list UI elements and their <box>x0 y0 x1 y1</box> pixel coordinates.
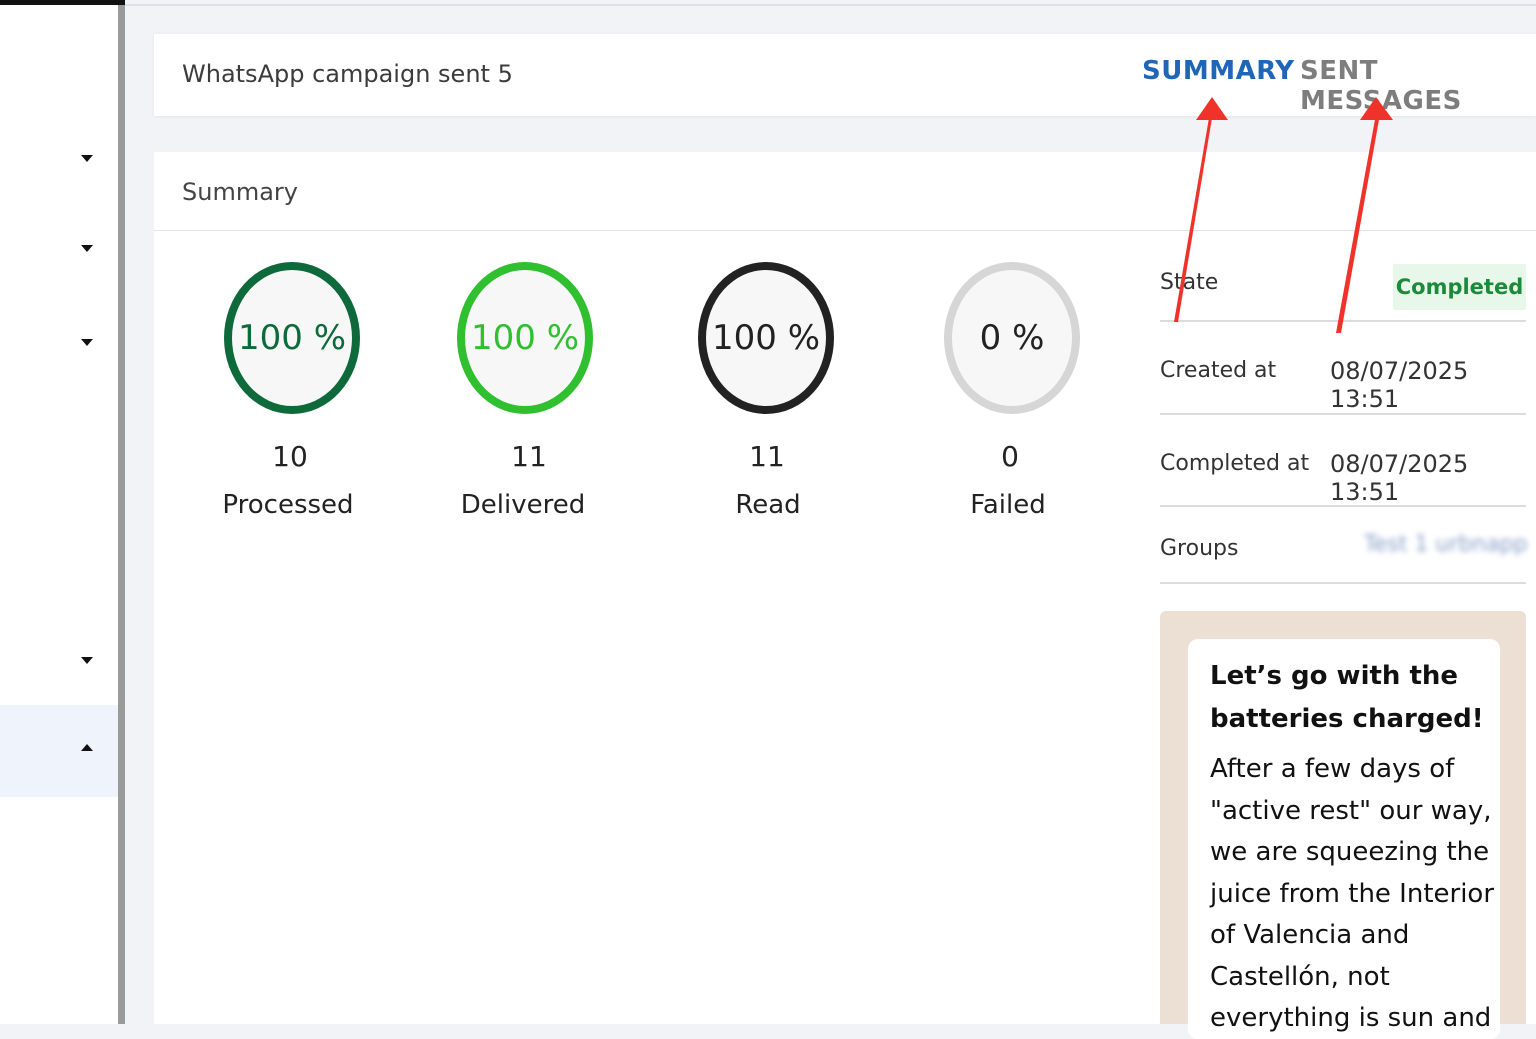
stat-ring-processed: 100 % <box>224 262 360 414</box>
detail-divider <box>1160 582 1526 584</box>
stat-percent: 100 % <box>711 318 820 358</box>
sidebar-divider <box>118 5 125 1024</box>
stat-label: Read <box>735 490 801 520</box>
status-badge: Completed <box>1393 264 1526 310</box>
detail-divider <box>1160 413 1526 415</box>
sidebar-item-5-active[interactable] <box>0 705 118 797</box>
stat-label: Delivered <box>460 490 586 520</box>
created-value: 08/07/2025 13:51 <box>1330 357 1469 413</box>
summary-heading: Summary <box>182 178 298 206</box>
stat-count: 10 <box>272 440 308 473</box>
state-label: State <box>1160 270 1219 295</box>
completed-label: Completed at <box>1160 451 1310 476</box>
summary-divider <box>154 230 1536 231</box>
stat-percent: 0 % <box>979 318 1045 358</box>
stat-percent: 100 % <box>470 318 579 358</box>
tab-summary[interactable]: SUMMARY <box>1142 56 1295 86</box>
message-title: Let’s go with the batteries charged! <box>1210 661 1484 734</box>
chevron-down-icon <box>81 155 93 162</box>
stat-ring-delivered: 100 % <box>457 262 593 414</box>
stat-label: Failed <box>970 490 1046 520</box>
stat-count: 11 <box>749 440 785 473</box>
top-border <box>125 4 1536 6</box>
groups-label: Groups <box>1160 536 1239 561</box>
sidebar <box>0 5 118 1024</box>
chevron-up-icon <box>81 744 93 751</box>
detail-divider <box>1160 320 1526 322</box>
detail-divider <box>1160 505 1526 507</box>
stat-percent: 100 % <box>237 318 346 358</box>
summary-card: Summary 100 % 10 Processed 100 % 11 Deli… <box>154 152 1536 1039</box>
campaign-title: WhatsApp campaign sent 5 <box>182 60 513 88</box>
groups-value-blurred: Test 1 urbnapp <box>1364 532 1528 557</box>
campaign-header: WhatsApp campaign sent 5 SUMMARY SENT ME… <box>154 34 1536 116</box>
sidebar-item-3[interactable] <box>0 296 118 388</box>
stat-count: 11 <box>511 440 547 473</box>
chevron-down-icon <box>81 657 93 664</box>
message-bubble: Let’s go with the batteries charged! Aft… <box>1188 639 1500 1039</box>
created-label: Created at <box>1160 358 1277 383</box>
completed-value: 08/07/2025 13:51 <box>1330 450 1469 506</box>
sidebar-item-1[interactable] <box>0 108 118 200</box>
stat-ring-read: 100 % <box>698 262 834 414</box>
stat-count: 0 <box>1001 440 1019 473</box>
message-preview: Let’s go with the batteries charged! Aft… <box>1160 611 1526 1039</box>
tab-sent-messages[interactable]: SENT MESSAGES <box>1300 56 1536 116</box>
chevron-down-icon <box>81 339 93 346</box>
stat-ring-failed: 0 % <box>944 262 1080 414</box>
chevron-down-icon <box>81 245 93 252</box>
message-body: After a few days of "active rest" our wa… <box>1210 754 1495 1033</box>
stat-label: Processed <box>222 490 354 520</box>
sidebar-item-2[interactable] <box>0 202 118 294</box>
sidebar-item-4[interactable] <box>0 613 118 705</box>
